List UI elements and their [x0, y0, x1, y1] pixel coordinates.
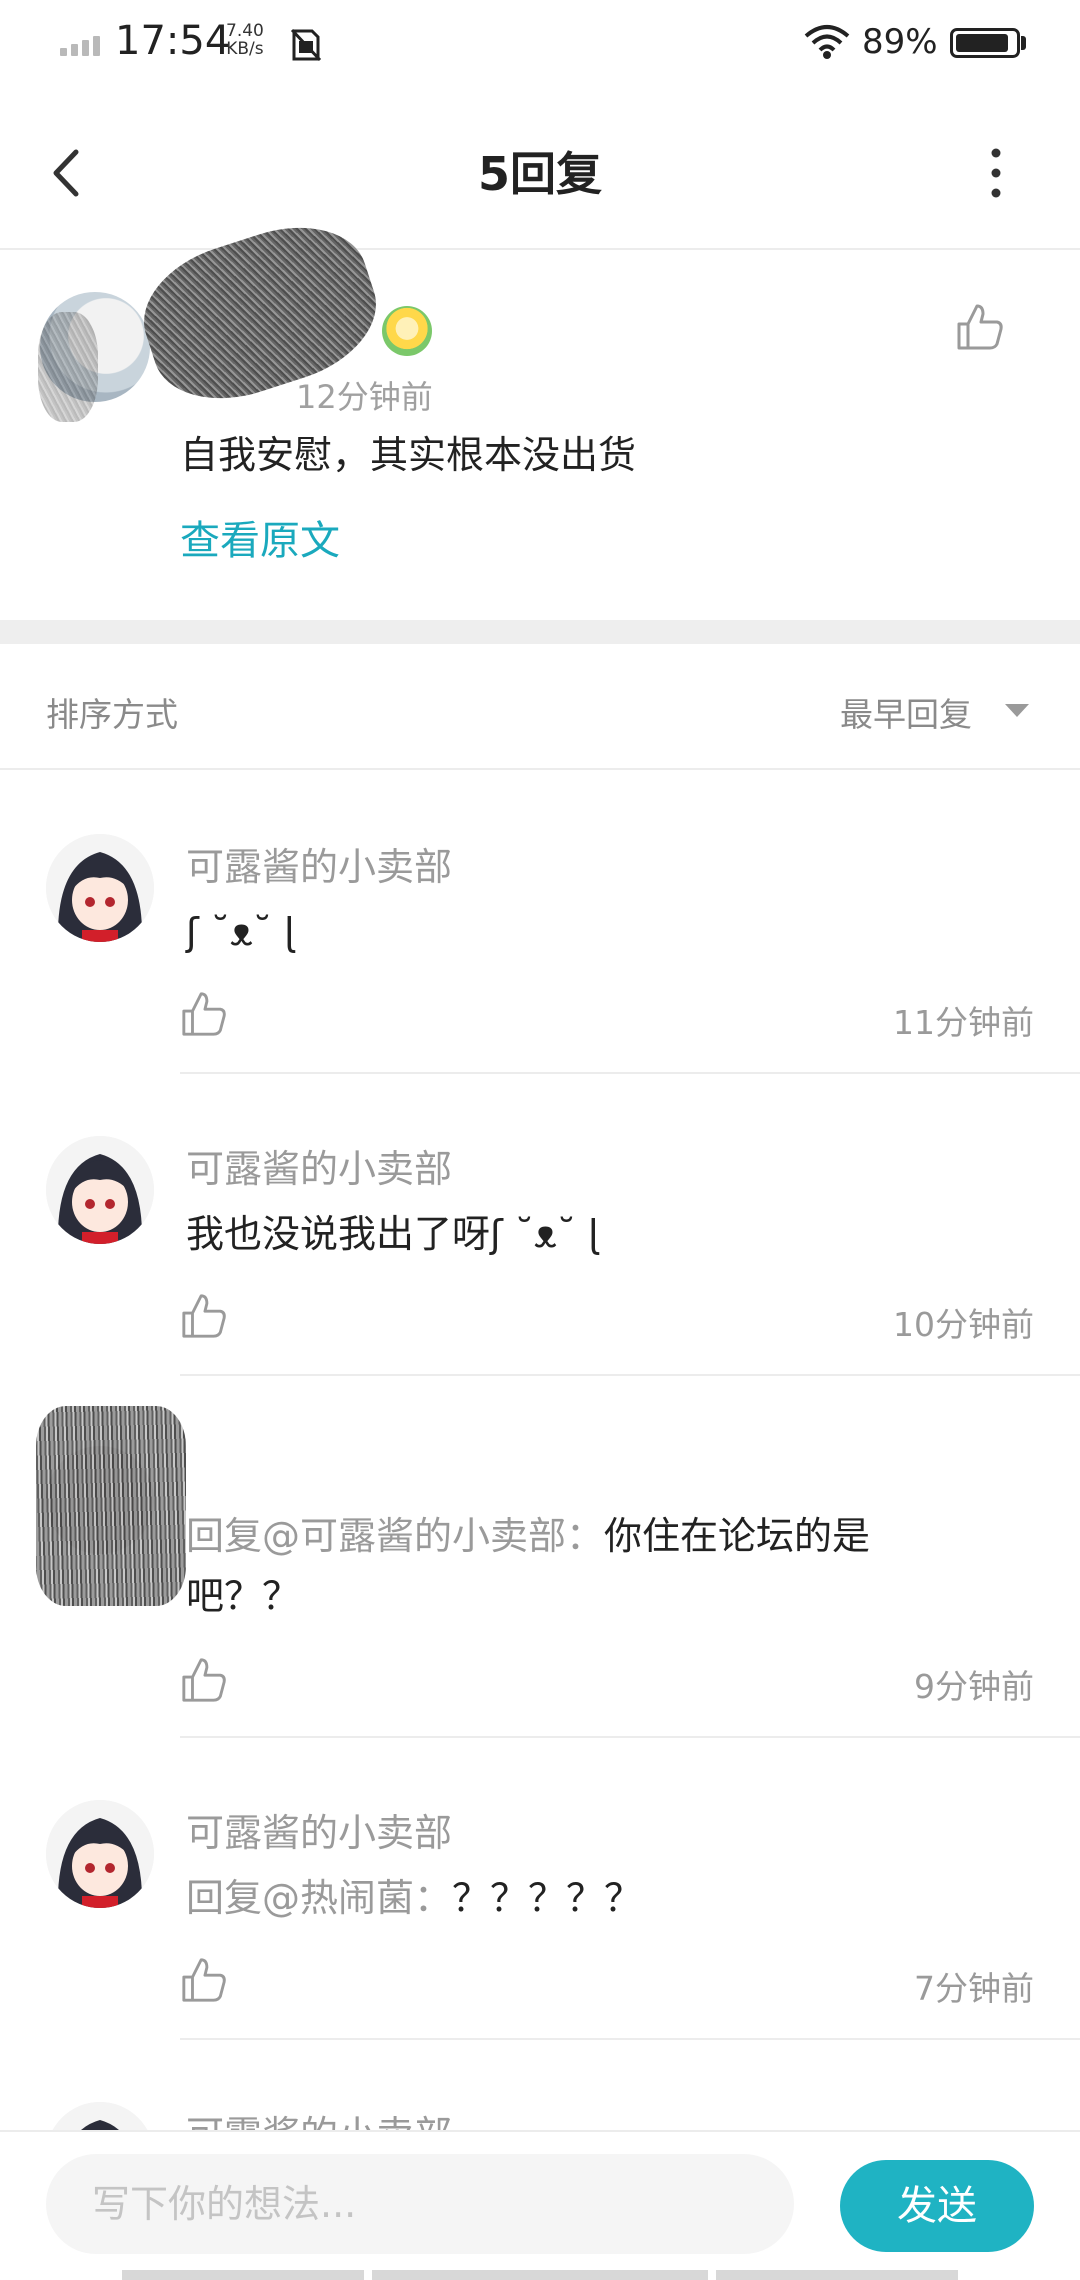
- reply-text: 我也没说我出了呀ʃ ˘ᴥ˘ ɭ: [186, 1204, 966, 1264]
- reply-author[interactable]: 可露酱的小卖部: [186, 1802, 452, 1857]
- network-speed-unit: KB/s: [226, 39, 264, 59]
- anime-avatar-image: [46, 2102, 154, 2130]
- redaction-scribble: [36, 1406, 186, 1606]
- sort-bar: 排序方式 最早回复: [0, 644, 1080, 770]
- battery-icon: [950, 28, 1020, 58]
- anime-avatar-image: [46, 1800, 154, 1908]
- battery-tip: [1021, 36, 1026, 50]
- battery-percent: 89%: [862, 22, 938, 62]
- reply-item: 回复@可露酱的小卖部：你住在论坛的是吧？？ 9分钟前: [0, 1376, 1080, 1738]
- nav-gesture-bar: [122, 2270, 364, 2280]
- reply-time: 10分钟前: [893, 1305, 1034, 1344]
- user-badge-icon: [382, 306, 432, 356]
- reply-text: ʃ ˘ᴥ˘ ɭ: [186, 902, 966, 962]
- redaction-scribble: [38, 312, 98, 422]
- thumbs-up-icon[interactable]: [180, 1292, 228, 1340]
- network-speed: 7.40 KB/s: [226, 22, 264, 58]
- avatar[interactable]: [46, 1136, 154, 1244]
- reply-time: 11分钟前: [893, 1003, 1034, 1042]
- wifi-icon: [804, 25, 850, 59]
- send-button[interactable]: 发送: [840, 2160, 1034, 2252]
- thumbs-up-icon[interactable]: [180, 990, 228, 1038]
- avatar[interactable]: [46, 834, 154, 942]
- comment-text: 自我安慰，其实根本没出货: [180, 433, 637, 477]
- reply-item: 可露酱的小卖部 回复@热闹菌：？？？？？ 7分钟前: [0, 1738, 1080, 2040]
- reply-body: ？？？？？: [452, 1876, 643, 1920]
- original-comment: 12分钟前 自我安慰，其实根本没出货 查看原文: [0, 206, 1080, 620]
- avatar[interactable]: [46, 1800, 154, 1908]
- section-divider: [0, 620, 1080, 644]
- caret-down-icon[interactable]: [1005, 704, 1029, 717]
- thumbs-up-icon[interactable]: [180, 1956, 228, 2004]
- reply-text: 回复@可露酱的小卖部：你住在论坛的是吧？？: [186, 1506, 946, 1626]
- avatar[interactable]: [46, 2102, 154, 2130]
- top-bar: 5回复: [0, 88, 1080, 250]
- signal-icon: [60, 34, 106, 56]
- reply-body: ʃ ˘ᴥ˘ ɭ: [186, 910, 295, 954]
- status-bar: 17:54 7.40 KB/s 89%: [0, 0, 1080, 88]
- view-original-link[interactable]: 查看原文: [180, 508, 340, 566]
- reply-item: 可露酱的小卖部: [0, 2040, 1080, 2130]
- thumbs-up-icon[interactable]: [955, 302, 1005, 352]
- reply-author[interactable]: 可露酱的小卖部: [186, 836, 452, 891]
- reply-item: 可露酱的小卖部 我也没说我出了呀ʃ ˘ᴥ˘ ɭ 10分钟前: [0, 1074, 1080, 1376]
- reply-time: 7分钟前: [914, 1969, 1034, 2008]
- reply-author[interactable]: 可露酱的小卖部: [186, 2104, 452, 2130]
- reply-mention[interactable]: 回复@热闹菌：: [186, 1876, 452, 1920]
- battery-fill: [956, 34, 1008, 52]
- reply-text: 回复@热闹菌：？？？？？: [186, 1868, 966, 1928]
- comment-composer: 发送: [0, 2130, 1080, 2280]
- comment-input[interactable]: [46, 2154, 794, 2254]
- reply-time: 9分钟前: [914, 1667, 1034, 1706]
- comment-time: 12分钟前: [296, 378, 433, 416]
- reply-body: 我也没说我出了呀ʃ ˘ᴥ˘ ɭ: [186, 1212, 599, 1256]
- anime-avatar-image: [46, 1136, 154, 1244]
- more-options-icon[interactable]: [976, 143, 1016, 203]
- status-time: 17:54: [115, 18, 231, 64]
- reply-author[interactable]: 可露酱的小卖部: [186, 1138, 452, 1193]
- anime-avatar-image: [46, 834, 154, 942]
- sort-dropdown[interactable]: 最早回复: [840, 688, 972, 736]
- page-title: 5回复: [477, 147, 602, 201]
- sort-label: 排序方式: [46, 695, 178, 734]
- nav-gesture-bar: [716, 2270, 958, 2280]
- network-speed-value: 7.40: [226, 21, 264, 41]
- nav-gesture-bar: [372, 2270, 708, 2280]
- reply-mention[interactable]: 回复@可露酱的小卖部：: [186, 1514, 604, 1558]
- thumbs-up-icon[interactable]: [180, 1656, 228, 1704]
- reply-item: 可露酱的小卖部 ʃ ˘ᴥ˘ ɭ 11分钟前: [0, 772, 1080, 1074]
- no-sim-icon: [290, 28, 322, 62]
